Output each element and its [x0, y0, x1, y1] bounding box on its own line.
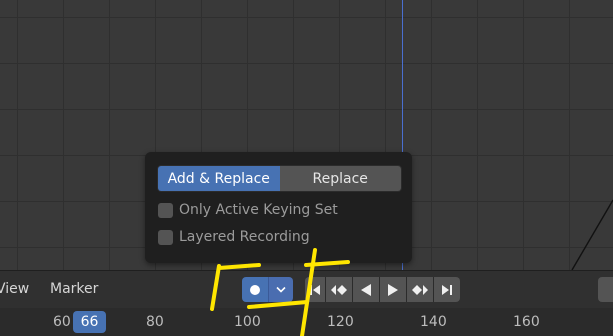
auto-keying-mode-selector: Add & Replace Replace: [157, 165, 402, 192]
auto-keying-dropdown[interactable]: [268, 277, 293, 302]
jump-to-end-button[interactable]: [434, 277, 460, 302]
current-frame-indicator[interactable]: 66: [73, 311, 106, 333]
layered-recording-row[interactable]: Layered Recording: [158, 227, 310, 247]
play-icon: [388, 283, 398, 296]
ruler-tick-label: 160: [513, 314, 540, 330]
ruler-tick-label: 80: [146, 314, 164, 330]
auto-keying-record-button[interactable]: [242, 277, 268, 302]
ruler-tick-label: 100: [234, 314, 261, 330]
playback-controls: [305, 277, 460, 302]
timeline-header: View Marker: [0, 270, 613, 308]
annotation-stroke: [217, 263, 261, 270]
ruler-tick-label: 120: [327, 314, 354, 330]
frame-ruler[interactable]: 60 80 100 120 140 160 66: [0, 308, 613, 336]
layered-recording-label: Layered Recording: [179, 229, 310, 245]
jump-to-start-icon: [310, 284, 320, 295]
jump-to-start-button[interactable]: [305, 277, 325, 302]
record-dot-icon: [250, 284, 260, 295]
graph-editor[interactable]: Add & Replace Replace Only Active Keying…: [0, 0, 613, 336]
next-keyframe-icon: [412, 284, 428, 295]
play-reverse-button[interactable]: [353, 277, 379, 302]
only-active-keying-set-label: Only Active Keying Set: [179, 202, 338, 218]
next-keyframe-button[interactable]: [407, 277, 433, 302]
view-menu[interactable]: View: [0, 281, 29, 297]
play-button[interactable]: [380, 277, 406, 302]
previous-keyframe-icon: [331, 284, 347, 295]
only-active-keying-set-checkbox[interactable]: [158, 202, 173, 218]
only-active-keying-set-row[interactable]: Only Active Keying Set: [158, 200, 338, 220]
auto-keying-group: [242, 277, 293, 302]
auto-keying-popover: Add & Replace Replace Only Active Keying…: [145, 152, 412, 263]
jump-to-end-icon: [442, 284, 452, 295]
play-reverse-icon: [361, 283, 371, 296]
ruler-tick-label: 140: [420, 314, 447, 330]
add-and-replace-option[interactable]: Add & Replace: [158, 166, 280, 191]
replace-option[interactable]: Replace: [279, 166, 401, 191]
ruler-tick-label: 60: [53, 314, 71, 330]
chevron-down-icon: [276, 286, 286, 293]
previous-keyframe-button[interactable]: [326, 277, 352, 302]
layered-recording-checkbox[interactable]: [158, 229, 173, 245]
marker-menu[interactable]: Marker: [50, 281, 98, 297]
header-extra-button[interactable]: [598, 277, 613, 302]
